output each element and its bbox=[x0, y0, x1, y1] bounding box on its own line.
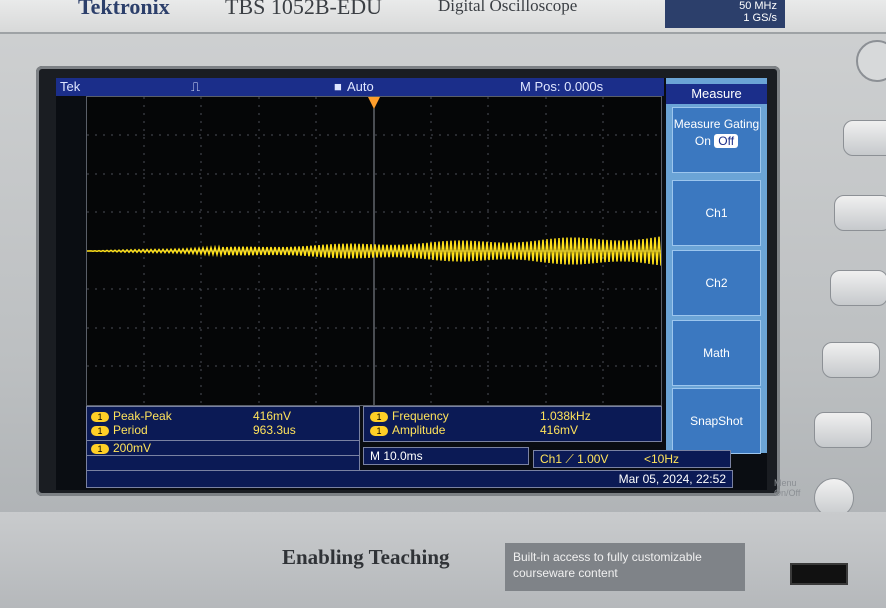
trigger-level: Ch1 ⟋ 1.00V bbox=[540, 452, 609, 466]
side-button-2[interactable] bbox=[834, 195, 886, 231]
top-label-strip: Tektronix TBS 1052B-EDU Digital Oscillos… bbox=[0, 0, 886, 34]
gating-off: Off bbox=[714, 134, 739, 148]
brand-logo: Tektronix bbox=[78, 0, 170, 19]
readout-row: 1 Frequency bbox=[370, 409, 449, 423]
side-button-3[interactable] bbox=[830, 270, 886, 306]
trigger-position-marker bbox=[368, 97, 380, 109]
spec-line-2: 1 GS/s bbox=[743, 12, 777, 24]
measure-menu: Measure Measure Gating On Off Ch1 Ch2 Ma… bbox=[666, 78, 767, 454]
measure-name: Peak-Peak bbox=[113, 409, 172, 423]
menu-button-ch1[interactable]: Ch1 bbox=[672, 180, 761, 246]
side-button-1[interactable] bbox=[843, 120, 886, 156]
measure-value: 1.038kHz bbox=[540, 409, 591, 423]
readout-row: 1 Amplitude bbox=[370, 423, 445, 437]
trigger-type-icon: ⎍ bbox=[191, 79, 201, 94]
side-button-4[interactable] bbox=[822, 342, 880, 378]
builtin-access-label: Built-in access to fully customizable co… bbox=[505, 543, 745, 591]
model-name: TBS 1052B-EDU bbox=[225, 0, 383, 19]
datetime-readout: Mar 05, 2024, 22:52 bbox=[86, 470, 733, 488]
datetime: Mar 05, 2024, 22:52 bbox=[618, 472, 726, 486]
spec-badge: 50 MHz 1 GS/s bbox=[665, 0, 785, 28]
ch1-tag: 1 bbox=[370, 411, 388, 422]
power-icon[interactable] bbox=[856, 40, 886, 82]
measure-gating-button[interactable]: Measure Gating On Off bbox=[672, 107, 761, 173]
measure-name: Frequency bbox=[392, 409, 449, 423]
menu-button-math[interactable]: Math bbox=[672, 320, 761, 386]
ch1-tag: 1 bbox=[370, 425, 388, 436]
readout-row: 1 Peak-Peak bbox=[91, 409, 172, 423]
m-pos: M Pos: 0.000s bbox=[520, 79, 604, 94]
timebase-readout: M 10.0ms bbox=[363, 447, 529, 465]
graticule bbox=[86, 96, 662, 406]
tek-label: Tek bbox=[60, 79, 81, 94]
measure-name: Period bbox=[113, 423, 148, 437]
menu-title: Measure bbox=[666, 84, 767, 104]
readout-left: 1 Peak-Peak 416mV 1 Period 963.3us bbox=[86, 406, 360, 442]
measure-value: 416mV bbox=[540, 423, 579, 437]
spec-line-1: 50 MHz bbox=[739, 0, 777, 12]
readout-row: 1 Period bbox=[91, 423, 148, 437]
side-button-5[interactable] bbox=[814, 412, 872, 448]
waveform-area bbox=[87, 97, 662, 405]
measure-name: Amplitude bbox=[392, 423, 446, 437]
ch1-scale: 1 200mV bbox=[86, 440, 360, 456]
usb-port[interactable] bbox=[790, 563, 848, 585]
ch1-tag: 1 bbox=[91, 425, 109, 436]
ch1-volts-div: 200mV bbox=[113, 441, 152, 455]
menu-button-snapshot[interactable]: SnapShot bbox=[672, 388, 761, 454]
trigger-mode: Auto bbox=[347, 79, 374, 94]
ch1-tag: 1 bbox=[91, 443, 109, 454]
ch1-tag: 1 bbox=[91, 411, 109, 422]
trigger-status-icon: ■ bbox=[334, 79, 342, 94]
measure-value: 416mV bbox=[253, 409, 292, 423]
product-name: Digital Oscilloscope bbox=[438, 0, 578, 15]
trigger-readout: Ch1 ⟋ 1.00V <10Hz bbox=[533, 450, 731, 468]
timebase: M 10.0ms bbox=[370, 449, 423, 463]
readout-right: 1 Frequency 1.038kHz 1 Amplitude 416mV bbox=[363, 406, 662, 442]
enabling-teaching-label: Enabling Teaching bbox=[282, 545, 450, 569]
gating-state: On Off bbox=[673, 134, 760, 148]
menu-onoff-caption: Menu On/Off bbox=[774, 478, 801, 498]
display-screen: Tek ⎍ ■ Auto M Pos: 0.000s Measure Measu… bbox=[56, 78, 767, 490]
measure-gating-label: Measure Gating bbox=[673, 117, 760, 131]
status-bar: Tek ⎍ ■ Auto M Pos: 0.000s bbox=[56, 78, 664, 96]
oscilloscope-frame: Tektronix TBS 1052B-EDU Digital Oscillos… bbox=[0, 0, 886, 608]
trigger-frequency: <10Hz bbox=[644, 452, 680, 466]
gating-on: On bbox=[694, 134, 711, 148]
menu-button-ch2[interactable]: Ch2 bbox=[672, 250, 761, 316]
measure-value: 963.3us bbox=[253, 423, 296, 437]
